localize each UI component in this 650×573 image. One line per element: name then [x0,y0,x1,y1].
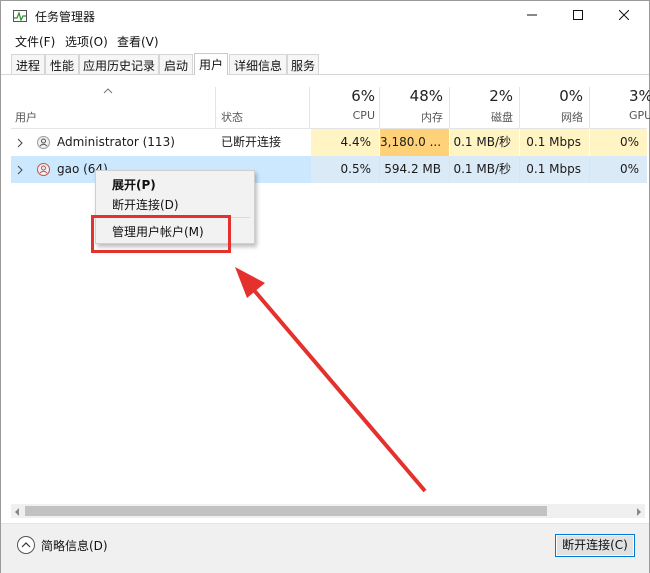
tab-users[interactable]: 用户 [194,53,228,75]
row-gpu: 0% [590,156,647,183]
tab-startup[interactable]: 启动 [159,54,193,74]
header-cpu[interactable]: CPU [311,109,375,122]
minimize-button[interactable] [509,1,555,31]
chevron-right-icon[interactable] [17,137,23,151]
row-memory: 3,180.0 ... [380,129,449,156]
fewer-details-label[interactable]: 简略信息(D) [41,537,108,554]
row-user-name: Administrator (113) [57,135,175,149]
title-bar: 任务管理器 [1,1,649,31]
row-status: 已断开连接 [221,135,282,149]
row-cpu: 0.5% [311,156,379,183]
annotation-highlight-box [91,215,231,253]
horizontal-scrollbar[interactable] [11,504,645,518]
tab-services[interactable]: 服务 [287,54,319,74]
header-gpu[interactable]: GPU [629,109,650,122]
disconnect-button[interactable]: 断开连接(C) [555,534,635,557]
chevron-right-icon[interactable] [17,164,23,178]
minimize-icon [527,9,537,23]
row-memory: 594.2 MB [380,156,449,183]
sort-up-icon[interactable] [103,83,113,97]
header-memory-pct[interactable]: 48% [381,87,443,105]
tab-app-history[interactable]: 应用历史记录 [79,54,159,74]
row-network: 0.1 Mbps [520,156,589,183]
row-disk: 0.1 MB/秒 [450,156,519,183]
header-memory[interactable]: 内存 [381,109,443,125]
header-network[interactable]: 网络 [521,109,583,125]
user-icon [37,136,50,152]
row-cpu: 4.4% [311,129,379,156]
task-manager-window: 任务管理器 文件(F) 选项(O) 查看(V) 进程 性能 应用历史记录 启动 … [0,0,650,573]
row-disk: 0.1 MB/秒 [450,129,519,156]
header-disk[interactable]: 磁盘 [451,109,513,125]
maximize-icon [573,9,583,23]
menu-view[interactable]: 查看(V) [117,33,159,50]
row-network: 0.1 Mbps [520,129,589,156]
menu-options[interactable]: 选项(O) [65,33,108,50]
task-manager-icon [13,10,27,22]
header-network-pct[interactable]: 0% [521,87,583,105]
scroll-left-icon[interactable] [14,506,20,520]
tab-performance[interactable]: 性能 [45,54,79,74]
menu-file[interactable]: 文件(F) [15,33,55,50]
row-gpu: 0% [590,129,647,156]
header-gpu-pct[interactable]: 3% [629,87,650,105]
header-status[interactable]: 状态 [221,109,243,125]
table-row[interactable]: Administrator (113) 已断开连接 4.4% 3,180.0 .… [11,129,647,156]
header-cpu-pct[interactable]: 6% [311,87,375,105]
tab-strip: 进程 性能 应用历史记录 启动 用户 详细信息 服务 [1,53,649,75]
menu-item-expand[interactable]: 展开(P) [112,176,156,193]
user-icon [37,163,50,179]
menu-bar: 文件(F) 选项(O) 查看(V) [1,31,649,51]
close-button[interactable] [601,1,647,31]
close-icon [618,9,630,23]
tab-details[interactable]: 详细信息 [229,54,287,74]
header-disk-pct[interactable]: 2% [451,87,513,105]
menu-item-disconnect[interactable]: 断开连接(D) [112,196,179,213]
column-header: 用户 状态 6% CPU 48% 内存 2% 磁盘 0% 网络 3% GPU [11,77,650,129]
window-title: 任务管理器 [35,10,96,24]
tab-processes[interactable]: 进程 [11,54,45,74]
scrollbar-thumb[interactable] [25,506,547,516]
footer-bar: 简略信息(D) 断开连接(C) [1,523,649,573]
chevron-up-icon[interactable] [17,536,35,554]
header-user[interactable]: 用户 [15,109,37,125]
scroll-right-icon[interactable] [636,506,642,520]
maximize-button[interactable] [555,1,601,31]
